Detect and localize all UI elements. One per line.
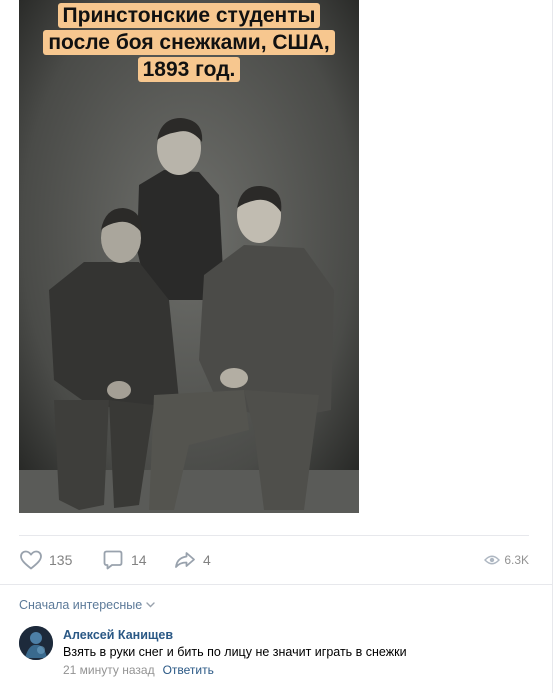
sort-label: Сначала интересные — [19, 598, 143, 612]
comments-sort-dropdown[interactable]: Сначала интересные — [19, 598, 155, 612]
share-count: 4 — [203, 552, 211, 568]
photo-caption: Принстонские студенты после боя снежками… — [19, 0, 359, 84]
comment-count: 14 — [131, 552, 147, 568]
share-icon — [175, 552, 195, 568]
reply-button[interactable]: Ответить — [163, 663, 214, 677]
heart-icon — [20, 550, 42, 570]
views-counter: 6.3K — [484, 550, 529, 570]
post-photo[interactable]: Принстонские студенты после боя снежками… — [19, 0, 359, 513]
comment-button[interactable]: 14 — [101, 548, 147, 572]
eye-icon — [484, 555, 501, 565]
like-button[interactable]: 135 — [19, 548, 72, 572]
comment-author[interactable]: Алексей Канищев — [63, 628, 173, 642]
comment-time[interactable]: 21 минуту назад — [63, 663, 155, 677]
caption-line-3: 1893 год. — [137, 57, 241, 82]
post-actions-bar: 135 14 4 6.3K — [19, 535, 529, 583]
divider — [0, 584, 552, 585]
comment-item: Алексей Канищев Взять в руки снег и бить… — [19, 624, 529, 684]
comment-icon — [103, 550, 123, 570]
comment-text: Взять в руки снег и бить по лицу не знач… — [63, 645, 407, 659]
avatar[interactable] — [19, 626, 53, 660]
comment-meta: 21 минуту назад Ответить — [63, 663, 214, 677]
caption-line-2: после боя снежками, США, — [43, 30, 335, 55]
views-count: 6.3K — [504, 553, 529, 567]
avatar-image — [19, 626, 53, 660]
post-card: Принстонские студенты после боя снежками… — [0, 0, 553, 693]
caption-line-1: Принстонские студенты — [57, 3, 321, 28]
chevron-down-icon — [146, 602, 155, 608]
share-button[interactable]: 4 — [173, 548, 211, 572]
like-count: 135 — [49, 552, 73, 568]
